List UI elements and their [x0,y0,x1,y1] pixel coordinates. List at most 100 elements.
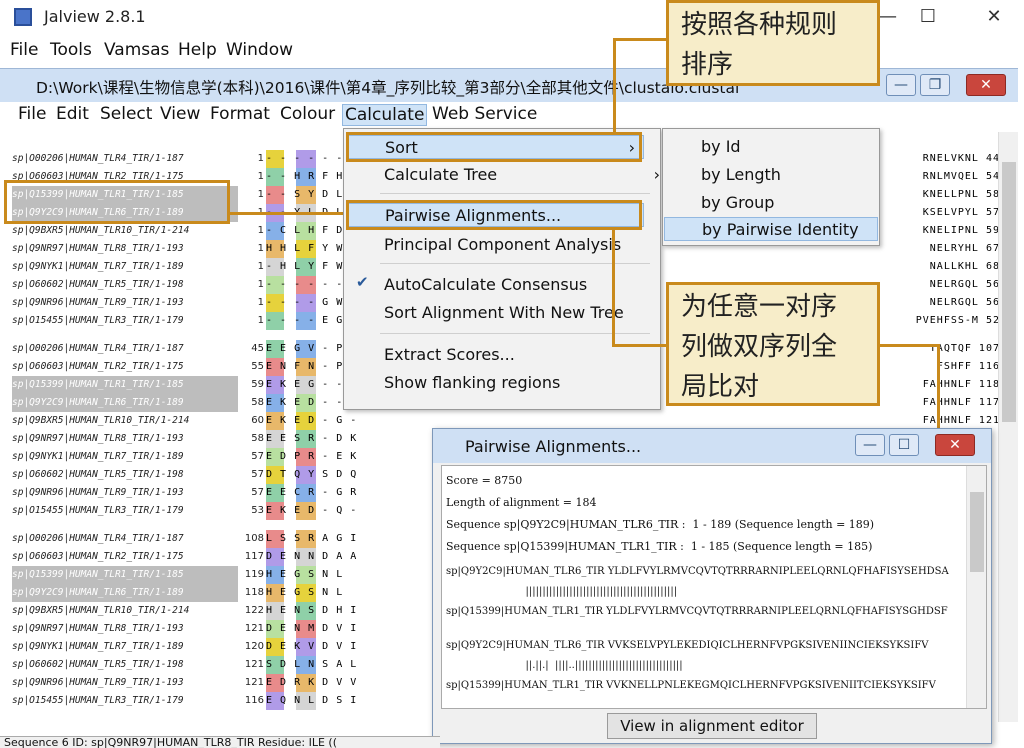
annotation-connector [613,38,669,41]
pw-vertical-scrollbar[interactable] [966,466,986,708]
menu-item-extract-scores[interactable]: Extract Scores... [384,343,515,367]
sequence-residues-left[interactable]: - - - - - - - -- - H R F H G L- - S Y D … [266,150,372,710]
amenu-calculate[interactable]: Calculate [342,104,428,126]
scrollbar-thumb[interactable] [1002,162,1016,422]
sequence-start: 57 [251,451,264,462]
pw-close-button[interactable]: ✕ [935,434,975,456]
sequence-residues[interactable]: H E G S N L [266,566,344,584]
sequence-residues[interactable]: E K E D - Q - [266,502,358,520]
sequence-id[interactable]: sp|Q15399|HUMAN_TLR1_TIR/1-185 [12,376,238,394]
sequence-residues[interactable]: D E K V D V I [266,638,358,656]
sort-by-id[interactable]: by Id [701,135,741,159]
close-button[interactable]: ✕ [974,4,1014,30]
sequence-id[interactable]: sp|Q9NR96|HUMAN_TLR9_TIR/1-193 [12,674,238,692]
sequence-id[interactable]: sp|Q9NR96|HUMAN_TLR9_TIR/1-193 [12,484,238,502]
sequence-id[interactable]: sp|Q9NYK1|HUMAN_TLR7_TIR/1-189 [12,638,238,656]
pw-minimize-button[interactable]: — [855,434,885,456]
sequence-residues[interactable]: H E G S N L [266,584,344,602]
sequence-id[interactable]: sp|O60603|HUMAN_TLR2_TIR/1-175 [12,548,238,566]
sequence-start: 57 [251,487,264,498]
sequence-start: 1 [257,279,264,290]
sequence-start: 55 [251,361,264,372]
amenu-edit[interactable]: Edit [54,104,91,124]
pw-aln-line: sp|Q9Y2C9|HUMAN_TLR6_TIR VVKSELVPYLEKEDI… [446,640,929,651]
sequence-id[interactable]: sp|Q9Y2C9|HUMAN_TLR6_TIR/1-189 [12,584,238,602]
sequence-id[interactable]: sp|O60603|HUMAN_TLR2_TIR/1-175 [12,358,238,376]
alignment-vertical-scrollbar[interactable] [998,132,1018,722]
sequence-start: 58 [251,433,264,444]
sequence-residues[interactable]: D E N N D A A [266,548,358,566]
amenu-colour[interactable]: Colour [278,104,337,124]
sequence-id[interactable]: sp|Q9Y2C9|HUMAN_TLR6_TIR/1-189 [12,394,238,412]
sequence-id[interactable]: sp|O15455|HUMAN_TLR3_TIR/1-179 [12,692,238,710]
sequence-residues[interactable]: L S S R A G I [266,530,358,548]
sequence-id[interactable]: sp|O15455|HUMAN_TLR3_TIR/1-179 [12,502,238,520]
menu-vamsas[interactable]: Vamsas [104,40,169,60]
sequence-residues[interactable]: E E C R - G R [266,484,358,502]
amenu-web-service[interactable]: Web Service [430,104,539,124]
jalview-app-icon [14,8,32,26]
pairwise-output-text[interactable]: Score = 8750 Length of alignment = 184 S… [441,465,987,709]
pw-aln-line: sp|Q15399|HUMAN_TLR1_TIR YLDLFVYLRMVCQVT… [446,606,948,617]
sequence-id[interactable]: sp|Q9NR97|HUMAN_TLR8_TIR/1-193 [12,240,238,258]
sequence-start: 116 [244,695,264,706]
sequence-id[interactable]: sp|Q9BXR5|HUMAN_TLR10_TIR/1-214 [12,412,238,430]
annotation-pairwise-note: 为任意一对序 列做双序列全 局比对 [666,282,880,406]
sequence-residues[interactable]: E E S R - D K [266,430,358,448]
sequence-id[interactable]: sp|O00206|HUMAN_TLR4_TIR/1-187 [12,530,238,548]
menu-separator [380,333,650,334]
sequence-residues[interactable]: E Q N L D S I [266,692,358,710]
pw-scrollbar-thumb[interactable] [970,492,984,572]
amenu-file[interactable]: File [16,104,48,124]
inner-restore-button[interactable]: ❐ [920,74,950,96]
inner-close-button[interactable]: ✕ [966,74,1006,96]
menu-file[interactable]: File [10,40,38,60]
sequence-id[interactable]: sp|Q9NR97|HUMAN_TLR8_TIR/1-193 [12,620,238,638]
view-in-alignment-editor-button[interactable]: View in alignment editor [607,713,817,739]
menu-item-pca[interactable]: Principal Component Analysis [384,233,621,257]
maximize-button[interactable]: ☐ [908,4,948,30]
sequence-id[interactable]: sp|O60602|HUMAN_TLR5_TIR/1-198 [12,276,238,294]
inner-minimize-button[interactable]: — [886,74,916,96]
sort-by-length[interactable]: by Length [701,163,781,187]
sequence-id[interactable]: sp|Q9BXR5|HUMAN_TLR10_TIR/1-214 [12,602,238,620]
sequence-residues[interactable]: E K E D - G - [266,412,358,430]
sequence-id[interactable]: sp|Q9NR97|HUMAN_TLR8_TIR/1-193 [12,430,238,448]
sequence-residues[interactable]: S D L N S A L [266,656,358,674]
pairwise-highlight-box [346,200,642,230]
menu-tools[interactable]: Tools [50,40,92,60]
sequence-id[interactable]: sp|O00206|HUMAN_TLR4_TIR/1-187 [12,150,238,168]
menu-item-autocalculate-consensus[interactable]: AutoCalculate Consensus [384,273,587,297]
sequence-start: 122 [244,605,264,616]
sequence-id[interactable]: sp|O60602|HUMAN_TLR5_TIR/1-198 [12,656,238,674]
menu-item-calculate-tree[interactable]: Calculate Tree › [384,163,660,187]
sequence-start: 1 [257,315,264,326]
sequence-start: 45 [251,343,264,354]
sequence-residues[interactable]: D E N M D V I [266,620,358,638]
menu-item-sort-alignment-new-tree[interactable]: Sort Alignment With New Tree [384,301,624,325]
sort-by-pairwise-identity[interactable]: by Pairwise Identity [664,217,878,241]
sequence-id[interactable]: sp|O15455|HUMAN_TLR3_TIR/1-179 [12,312,238,330]
sequence-start: 57 [251,469,264,480]
sort-by-group[interactable]: by Group [701,191,774,215]
sequence-id[interactable]: sp|O00206|HUMAN_TLR4_TIR/1-187 [12,340,238,358]
sequence-residues-end: KNELLPNL 58 [922,189,1000,200]
menu-item-show-flanking-regions[interactable]: Show flanking regions [384,371,560,395]
pw-maximize-button[interactable]: ☐ [889,434,919,456]
amenu-format[interactable]: Format [208,104,272,124]
sequence-residues-end: RNELVKNL 44 [922,153,1000,164]
sequence-id[interactable]: sp|O60602|HUMAN_TLR5_TIR/1-198 [12,466,238,484]
sequence-id[interactable]: sp|Q9NYK1|HUMAN_TLR7_TIR/1-189 [12,258,238,276]
sequence-id[interactable]: sp|Q9NYK1|HUMAN_TLR7_TIR/1-189 [12,448,238,466]
menu-help[interactable]: Help [178,40,217,60]
sequence-id[interactable]: sp|Q9BXR5|HUMAN_TLR10_TIR/1-214 [12,222,238,240]
sequence-id[interactable]: sp|Q15399|HUMAN_TLR1_TIR/1-185 [12,566,238,584]
sequence-id[interactable]: sp|Q9NR96|HUMAN_TLR9_TIR/1-193 [12,294,238,312]
amenu-select[interactable]: Select [98,104,154,124]
menu-window[interactable]: Window [226,40,293,60]
sequence-residues[interactable]: D T Q Y S D Q [266,466,358,484]
sequence-residues[interactable]: E D P R - E K [266,448,358,466]
amenu-view[interactable]: View [158,104,202,124]
sequence-residues[interactable]: H E N S D H I [266,602,358,620]
sequence-residues[interactable]: E D R K D V V [266,674,358,692]
